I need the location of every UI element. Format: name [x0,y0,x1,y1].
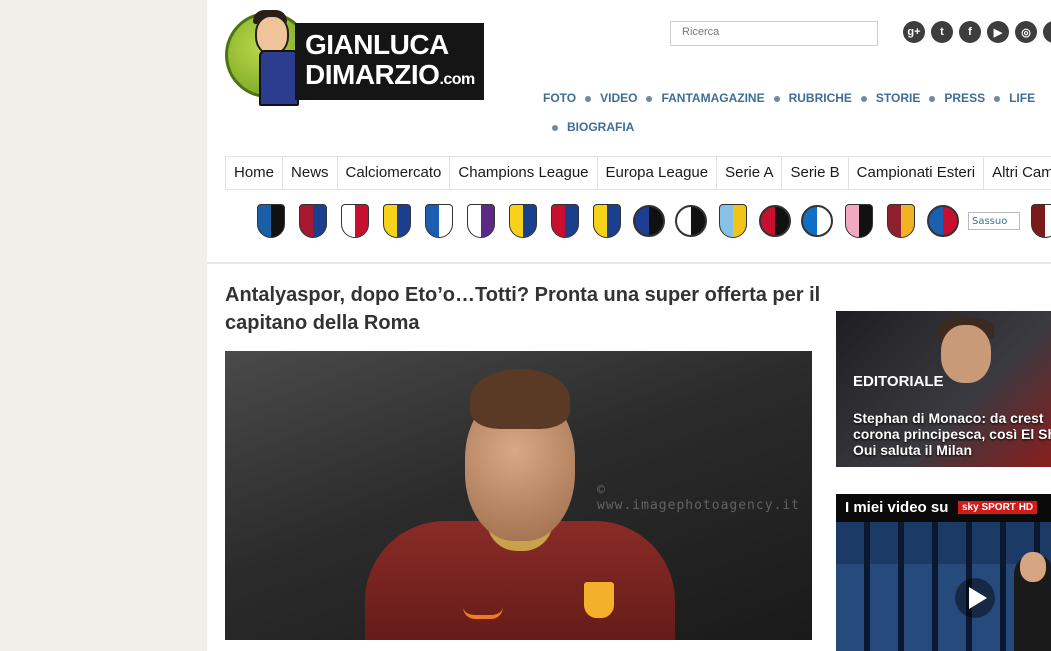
mainnav-item-calciomercato[interactable]: Calciomercato [338,157,451,189]
nav-separator-dot [860,95,867,102]
crest-atalanta-icon[interactable] [254,201,288,241]
logo-line2: DIMARZIO.com [305,60,475,95]
page: GIANLUCA DIMARZIO.com Ricerca g+ t f ▶ ◎ FOT… [207,0,1051,651]
crest-bologna-icon[interactable] [296,201,330,241]
nav-separator-dot [773,95,780,102]
crest-roma-icon[interactable] [884,201,918,241]
crest-carpi-icon[interactable] [338,201,372,241]
topnav-item-video[interactable]: VIDEO [600,84,637,113]
logo-suffix: .com [439,71,475,88]
editorial-face [941,325,991,383]
crest-fiorentina-icon[interactable] [464,201,498,241]
more-social-icon[interactable] [1043,21,1051,43]
twitter-icon[interactable]: t [931,21,953,43]
mainnav-item-altri-cam[interactable]: Altri Cam [984,157,1051,189]
crest-empoli-shape [425,204,453,238]
crest-atalanta-shape [257,204,285,238]
crest-sassuolo-broken-image[interactable]: Sassuo [968,212,1020,230]
topnav-item-press[interactable]: PRESS [944,84,985,113]
topnav-item-life[interactable]: LIFE [1009,84,1035,113]
editorial-card[interactable]: EDITORIALE Stephan di Monaco: da crest c… [836,311,1051,467]
topnav-item-storie[interactable]: STORIE [876,84,920,113]
crest-inter-icon[interactable] [632,201,666,241]
crest-verona-shape [593,204,621,238]
crest-bologna-shape [299,204,327,238]
nav-separator-dot [646,95,653,102]
mainnav-item-news[interactable]: News [283,157,338,189]
crest-juventus-shape [675,205,707,237]
social-links: g+ t f ▶ ◎ [903,21,1051,43]
mainnav-item-champions-league[interactable]: Champions League [450,157,598,189]
youtube-icon[interactable]: ▶ [987,21,1009,43]
article-title[interactable]: Antalyaspor, dopo Eto’o…Totti? Pronta un… [225,281,825,337]
crest-milan-icon[interactable] [758,201,792,241]
crest-genoa-icon[interactable] [548,201,582,241]
logo-face [255,15,289,55]
crest-frosinone-shape [509,204,537,238]
crest-sampdoria-icon[interactable] [926,201,960,241]
video-presenter-head [1020,552,1046,582]
top-nav: FOTO VIDEO FANTAMAGAZINE RUBRICHE STORIE PRES… [543,84,1051,142]
crest-chievo-shape [383,204,411,238]
crest-sampdoria-shape [927,205,959,237]
mainnav-item-home[interactable]: Home [225,157,284,189]
crest-verona-icon[interactable] [590,201,624,241]
nav-separator-dot [994,95,1001,102]
crest-milan-shape [759,205,791,237]
nav-separator-dot [552,124,558,131]
crest-palermo-shape [845,204,873,238]
crest-empoli-icon[interactable] [422,201,456,241]
crest-fiorentina-shape [467,204,495,238]
crest-torino-icon[interactable] [1028,201,1051,241]
team-crests: Sassuo [254,201,1051,241]
mainnav-item-serie-a[interactable]: Serie A [717,157,783,189]
crest-chievo-icon[interactable] [380,201,414,241]
main-nav: Home News Calciomercato Champions League Eur… [225,156,1051,190]
crest-inter-shape [633,205,665,237]
crest-napoli-shape [801,205,833,237]
divider [207,262,1051,264]
topnav-item-rubriche[interactable]: RUBRICHE [789,84,852,113]
crest-juventus-icon[interactable] [674,201,708,241]
crest-roma-shape [887,204,915,238]
search-input[interactable]: Ricerca [670,21,878,46]
sky-sport-badge: sky SPORT HD [958,501,1038,514]
logo-line2-text: DIMARZIO [305,59,440,90]
editorial-text: Stephan di Monaco: da crest corona princ… [853,410,1051,458]
crest-lazio-shape [719,204,747,238]
play-icon [969,587,987,609]
mainnav-item-serie-b[interactable]: Serie B [782,157,849,189]
search-placeholder: Ricerca [682,26,720,38]
crest-palermo-icon[interactable] [842,201,876,241]
nav-separator-dot [585,95,592,102]
site-logo[interactable]: GIANLUCA DIMARZIO.com [225,10,485,108]
mainnav-item-campionati-esteri[interactable]: Campionati Esteri [849,157,985,189]
nav-separator-dot [929,95,936,102]
topnav-item-biografia[interactable]: BIOGRAFIA [567,113,634,142]
crest-napoli-icon[interactable] [800,201,834,241]
mainnav-item-europa-league[interactable]: Europa League [598,157,718,189]
topnav-item-fantamagazine[interactable]: FANTAMAGAZINE [661,84,764,113]
instagram-icon[interactable]: ◎ [1015,21,1037,43]
crest-frosinone-icon[interactable] [506,201,540,241]
crest-torino-shape [1031,204,1051,238]
roma-badge-icon [583,581,615,619]
logo-line1: GIANLUCA [305,29,449,60]
article-photo[interactable]: © www.imagephotoagency.it [225,351,812,640]
crest-carpi-shape [341,204,369,238]
google-plus-icon[interactable]: g+ [903,21,925,43]
crest-lazio-icon[interactable] [716,201,750,241]
video-title: I miei video su [845,499,949,516]
logo-body [259,50,299,106]
photo-hair [470,369,570,429]
facebook-icon[interactable]: f [959,21,981,43]
play-button[interactable] [955,578,995,618]
video-card[interactable]: I miei video su sky SPORT HD [836,494,1051,651]
editorial-label: EDITORIALE [853,373,944,390]
nike-swoosh-icon [463,607,503,619]
photo-watermark: © www.imagephotoagency.it [597,483,801,513]
topnav-item-foto[interactable]: FOTO [543,84,576,113]
crest-genoa-shape [551,204,579,238]
